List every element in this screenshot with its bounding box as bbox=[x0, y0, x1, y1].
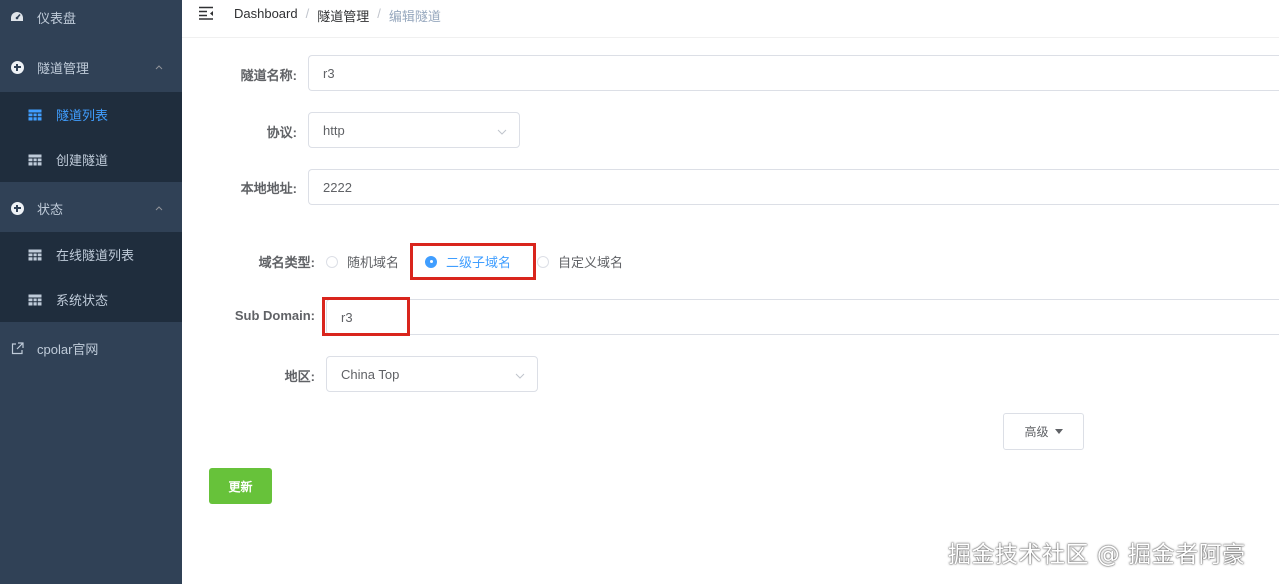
breadcrumb-separator: / bbox=[377, 6, 381, 21]
breadcrumb-current: 编辑隧道 bbox=[388, 9, 441, 24]
breadcrumb-home[interactable]: Dashboard bbox=[234, 6, 298, 25]
sidebar-item-tunnel-management[interactable]: 隧道管理 bbox=[0, 44, 182, 90]
advanced-label: 高级 bbox=[1024, 425, 1049, 439]
sidebar-item-label: 隧道列表 bbox=[56, 108, 109, 123]
chevron-up-icon bbox=[154, 201, 164, 216]
radio-random-domain[interactable]: 随机域名 bbox=[326, 252, 399, 271]
sidebar-item-label: 隧道管理 bbox=[37, 60, 90, 76]
sidebar-item-tunnel-list[interactable]: 隧道列表 bbox=[0, 92, 182, 137]
table-icon bbox=[28, 294, 42, 306]
radio-circle-icon bbox=[326, 255, 338, 268]
chevron-up-icon bbox=[154, 60, 164, 75]
sidebar-item-label: cpolar官网 bbox=[37, 341, 99, 357]
subdomain-input[interactable]: r3 bbox=[326, 299, 1279, 335]
local-address-value: 2222 bbox=[323, 179, 352, 195]
external-link-icon bbox=[10, 341, 24, 355]
hamburger-icon[interactable] bbox=[198, 6, 214, 20]
plus-circle-icon bbox=[10, 201, 24, 215]
sidebar-item-create-tunnel[interactable]: 创建隧道 bbox=[0, 137, 182, 182]
plus-circle-icon bbox=[10, 60, 24, 74]
region-label: 地区: bbox=[284, 369, 315, 384]
radio-custom-domain[interactable]: 自定义域名 bbox=[537, 252, 623, 271]
region-select[interactable]: China Top bbox=[326, 356, 538, 392]
tunnel-name-label: 隧道名称: bbox=[240, 68, 297, 83]
highlight-box-subdomain-radio bbox=[410, 243, 536, 280]
sidebar-item-dashboard[interactable]: 仪表盘 bbox=[0, 0, 182, 40]
chevron-down-icon bbox=[497, 125, 507, 135]
local-address-label: 本地地址: bbox=[240, 181, 297, 196]
sidebar: 仪表盘 隧道管理 隧道列表 创建隧道 状态 在线隧道列表 系统状态 cpolar… bbox=[0, 0, 182, 584]
top-navbar: Dashboard / 隧道管理 / 编辑隧道 bbox=[182, 0, 1279, 38]
chevron-down-icon bbox=[515, 369, 525, 379]
highlight-box-subdomain-input bbox=[322, 297, 410, 336]
breadcrumb-separator: / bbox=[305, 6, 310, 21]
update-label: 更新 bbox=[228, 479, 253, 494]
sidebar-item-label: 状态 bbox=[37, 201, 64, 217]
protocol-value: http bbox=[323, 122, 345, 138]
domain-type-label: 域名类型: bbox=[258, 255, 315, 270]
sidebar-item-system-status[interactable]: 系统状态 bbox=[0, 277, 182, 322]
watermark: 掘金技术社区 @ 掘金者阿豪 bbox=[948, 542, 1246, 568]
update-button[interactable]: 更新 bbox=[209, 468, 272, 504]
table-icon bbox=[28, 249, 42, 261]
protocol-select[interactable]: http bbox=[308, 112, 520, 148]
sidebar-item-label: 创建隧道 bbox=[56, 153, 109, 168]
tunnel-name-value: r3 bbox=[323, 65, 335, 81]
radio-label: 随机域名 bbox=[347, 255, 400, 270]
table-icon bbox=[28, 109, 42, 121]
sidebar-item-label: 仪表盘 bbox=[37, 10, 77, 26]
sidebar-item-label: 在线隧道列表 bbox=[56, 248, 135, 263]
breadcrumb: Dashboard / 隧道管理 / 编辑隧道 bbox=[234, 6, 441, 25]
advanced-dropdown-button[interactable]: 高级 bbox=[1003, 413, 1084, 450]
region-value: China Top bbox=[341, 366, 400, 382]
caret-down-icon bbox=[1054, 429, 1063, 434]
radio-label: 自定义域名 bbox=[558, 255, 624, 270]
sidebar-item-status[interactable]: 状态 bbox=[0, 185, 182, 231]
sidebar-item-cpolar-site[interactable]: cpolar官网 bbox=[0, 325, 182, 371]
radio-circle-icon bbox=[537, 255, 549, 268]
tunnel-name-input[interactable]: r3 bbox=[308, 55, 1279, 91]
subdomain-label: Sub Domain: bbox=[234, 308, 315, 323]
dashboard-icon bbox=[10, 10, 24, 24]
local-address-input[interactable]: 2222 bbox=[308, 169, 1279, 205]
breadcrumb-section[interactable]: 隧道管理 bbox=[317, 6, 369, 25]
protocol-label: 协议: bbox=[266, 125, 297, 140]
sidebar-item-online-tunnels[interactable]: 在线隧道列表 bbox=[0, 232, 182, 277]
sidebar-item-label: 系统状态 bbox=[56, 293, 109, 308]
table-icon bbox=[28, 154, 42, 166]
